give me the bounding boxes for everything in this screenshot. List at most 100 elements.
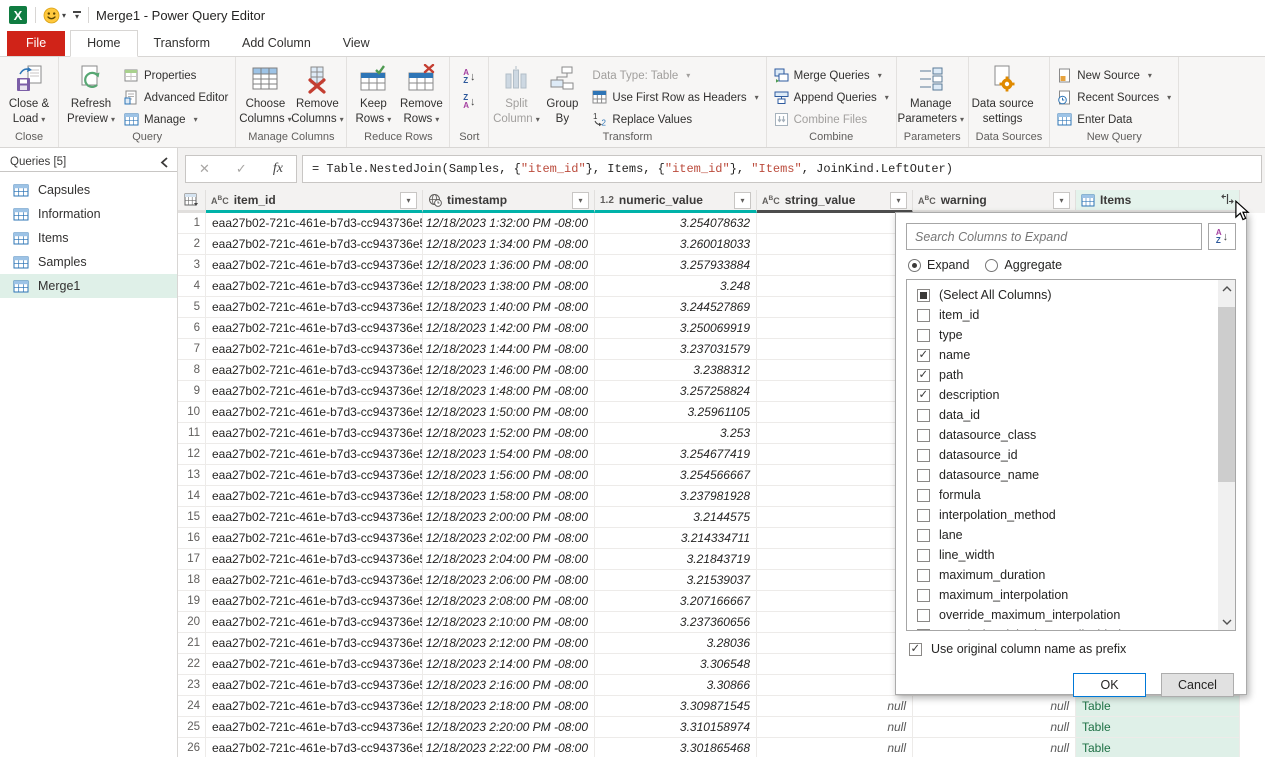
search-columns-input[interactable]	[906, 223, 1202, 250]
cell-timestamp[interactable]: 12/18/2023 1:32:00 PM -08:00	[423, 213, 595, 234]
cell-numeric-value[interactable]: 3.25961105	[595, 402, 757, 423]
fx-icon[interactable]: fx	[273, 161, 283, 177]
cell-item-id[interactable]: eaa27b02-721c-461e-b7d3-cc943736e559	[206, 612, 423, 633]
cell-string-value[interactable]	[757, 423, 913, 444]
expand-column-option[interactable]: override_maximum_interpolation	[910, 605, 1235, 625]
cell-numeric-value[interactable]: 3.254566667	[595, 465, 757, 486]
cell-string-value[interactable]	[757, 234, 913, 255]
expand-column-option[interactable]: maximum_interpolation	[910, 585, 1235, 605]
use-first-row-as-headers-button[interactable]: Use First Row as Headers	[592, 88, 758, 107]
group-by-button[interactable]: Group By	[540, 60, 584, 127]
cell-item-id[interactable]: eaa27b02-721c-461e-b7d3-cc943736e559	[206, 402, 423, 423]
cell-numeric-value[interactable]: 3.257258824	[595, 381, 757, 402]
cell-string-value[interactable]	[757, 570, 913, 591]
customize-toolbar-button[interactable]: ▾	[73, 11, 81, 19]
scroll-up-icon[interactable]	[1218, 280, 1235, 297]
cancel-button[interactable]: Cancel	[1161, 673, 1234, 697]
cell-numeric-value[interactable]: 3.30866	[595, 675, 757, 696]
cell-item-id[interactable]: eaa27b02-721c-461e-b7d3-cc943736e559	[206, 696, 423, 717]
expand-column-option[interactable]: datasource_name	[910, 465, 1235, 485]
cell-numeric-value[interactable]: 3.250069919	[595, 318, 757, 339]
sort-descending-button[interactable]: ZA↓	[457, 91, 481, 113]
manage-query-button[interactable]: Manage	[124, 110, 228, 129]
cell-numeric-value[interactable]: 3.237031579	[595, 339, 757, 360]
scrollbar-thumb[interactable]	[1218, 307, 1235, 482]
cell-string-value[interactable]	[757, 444, 913, 465]
expand-column-option[interactable]: name	[910, 345, 1235, 365]
cell-item-id[interactable]: eaa27b02-721c-461e-b7d3-cc943736e559	[206, 360, 423, 381]
cell-timestamp[interactable]: 12/18/2023 1:46:00 PM -08:00	[423, 360, 595, 381]
tab-file[interactable]: File	[7, 31, 65, 56]
cell-timestamp[interactable]: 12/18/2023 1:38:00 PM -08:00	[423, 276, 595, 297]
manage-parameters-button[interactable]: Manage Parameters	[900, 60, 962, 127]
cell-string-value[interactable]	[757, 507, 913, 528]
cell-timestamp[interactable]: 12/18/2023 2:02:00 PM -08:00	[423, 528, 595, 549]
cell-item-id[interactable]: eaa27b02-721c-461e-b7d3-cc943736e559	[206, 738, 423, 757]
cell-numeric-value[interactable]: 3.254078632	[595, 213, 757, 234]
cell-numeric-value[interactable]: 3.309871545	[595, 696, 757, 717]
cell-item-id[interactable]: eaa27b02-721c-461e-b7d3-cc943736e559	[206, 213, 423, 234]
cell-string-value[interactable]	[757, 654, 913, 675]
cell-item-id[interactable]: eaa27b02-721c-461e-b7d3-cc943736e559	[206, 297, 423, 318]
cell-item-id[interactable]: eaa27b02-721c-461e-b7d3-cc943736e559	[206, 318, 423, 339]
column-header-warning[interactable]: ABCwarning▾	[913, 190, 1076, 213]
filter-dropdown-icon[interactable]: ▾	[890, 192, 907, 209]
expand-column-option[interactable]: line_width	[910, 545, 1235, 565]
cell-item-id[interactable]: eaa27b02-721c-461e-b7d3-cc943736e559	[206, 234, 423, 255]
sidebar-query-item[interactable]: Information	[0, 202, 177, 226]
cell-timestamp[interactable]: 12/18/2023 2:16:00 PM -08:00	[423, 675, 595, 696]
column-header-numeric_value[interactable]: 1.2numeric_value▾	[595, 190, 757, 213]
feedback-smiley-button[interactable]: ▾	[43, 7, 66, 24]
sidebar-query-item[interactable]: Samples	[0, 250, 177, 274]
data-type-button[interactable]: Data Type: Table	[592, 66, 758, 85]
select-all-corner-button[interactable]	[178, 190, 206, 213]
expand-column-option[interactable]: datasource_class	[910, 425, 1235, 445]
cell-timestamp[interactable]: 12/18/2023 1:48:00 PM -08:00	[423, 381, 595, 402]
column-header-item_id[interactable]: ABCitem_id▾	[206, 190, 423, 213]
expand-column-option[interactable]: description	[910, 385, 1235, 405]
cell-item-id[interactable]: eaa27b02-721c-461e-b7d3-cc943736e559	[206, 507, 423, 528]
advanced-editor-button[interactable]: Advanced Editor	[124, 88, 228, 107]
cell-string-value[interactable]: null	[757, 696, 913, 717]
tab-home[interactable]: Home	[70, 30, 137, 57]
remove-columns-button[interactable]: Remove Columns	[291, 60, 343, 127]
cell-string-value[interactable]	[757, 402, 913, 423]
cell-timestamp[interactable]: 12/18/2023 1:50:00 PM -08:00	[423, 402, 595, 423]
close-and-load-button[interactable]: Close & Load	[3, 60, 55, 127]
cell-item-id[interactable]: eaa27b02-721c-461e-b7d3-cc943736e559	[206, 444, 423, 465]
expand-column-option[interactable]: type	[910, 325, 1235, 345]
cell-numeric-value[interactable]: 3.301865468	[595, 738, 757, 757]
expand-column-option[interactable]: maximum_duration	[910, 565, 1235, 585]
cell-timestamp[interactable]: 12/18/2023 1:42:00 PM -08:00	[423, 318, 595, 339]
cell-items-table-link[interactable]: Table	[1076, 696, 1240, 717]
cell-string-value[interactable]	[757, 213, 913, 234]
cell-string-value[interactable]: null	[757, 717, 913, 738]
cell-timestamp[interactable]: 12/18/2023 1:56:00 PM -08:00	[423, 465, 595, 486]
expand-column-option[interactable]: lane	[910, 525, 1235, 545]
expand-column-option[interactable]: item_id	[910, 305, 1235, 325]
cell-item-id[interactable]: eaa27b02-721c-461e-b7d3-cc943736e559	[206, 486, 423, 507]
cell-numeric-value[interactable]: 3.2144575	[595, 507, 757, 528]
cell-timestamp[interactable]: 12/18/2023 2:00:00 PM -08:00	[423, 507, 595, 528]
cell-string-value[interactable]	[757, 486, 913, 507]
new-source-button[interactable]: New Source	[1057, 66, 1171, 85]
cell-string-value[interactable]	[757, 612, 913, 633]
expand-column-option[interactable]: interpolation_method	[910, 505, 1235, 525]
cell-items-table-link[interactable]: Table	[1076, 717, 1240, 738]
cell-timestamp[interactable]: 12/18/2023 1:34:00 PM -08:00	[423, 234, 595, 255]
tab-add-column[interactable]: Add Column	[226, 31, 327, 56]
split-column-button[interactable]: Split Column	[492, 60, 540, 127]
cell-numeric-value[interactable]: 3.28036	[595, 633, 757, 654]
tab-view[interactable]: View	[327, 31, 386, 56]
cell-timestamp[interactable]: 12/18/2023 2:18:00 PM -08:00	[423, 696, 595, 717]
cell-item-id[interactable]: eaa27b02-721c-461e-b7d3-cc943736e559	[206, 276, 423, 297]
list-scrollbar[interactable]	[1218, 280, 1235, 630]
cell-numeric-value[interactable]: 3.310158974	[595, 717, 757, 738]
column-header-Items[interactable]: Items	[1076, 190, 1240, 213]
aggregate-radio[interactable]: Aggregate	[985, 258, 1062, 272]
ok-button[interactable]: OK	[1073, 673, 1146, 697]
column-header-string_value[interactable]: ABCstring_value▾	[757, 190, 913, 213]
cell-timestamp[interactable]: 12/18/2023 2:20:00 PM -08:00	[423, 717, 595, 738]
keep-rows-button[interactable]: Keep Rows	[350, 60, 396, 127]
cell-warning[interactable]: null	[913, 738, 1076, 757]
